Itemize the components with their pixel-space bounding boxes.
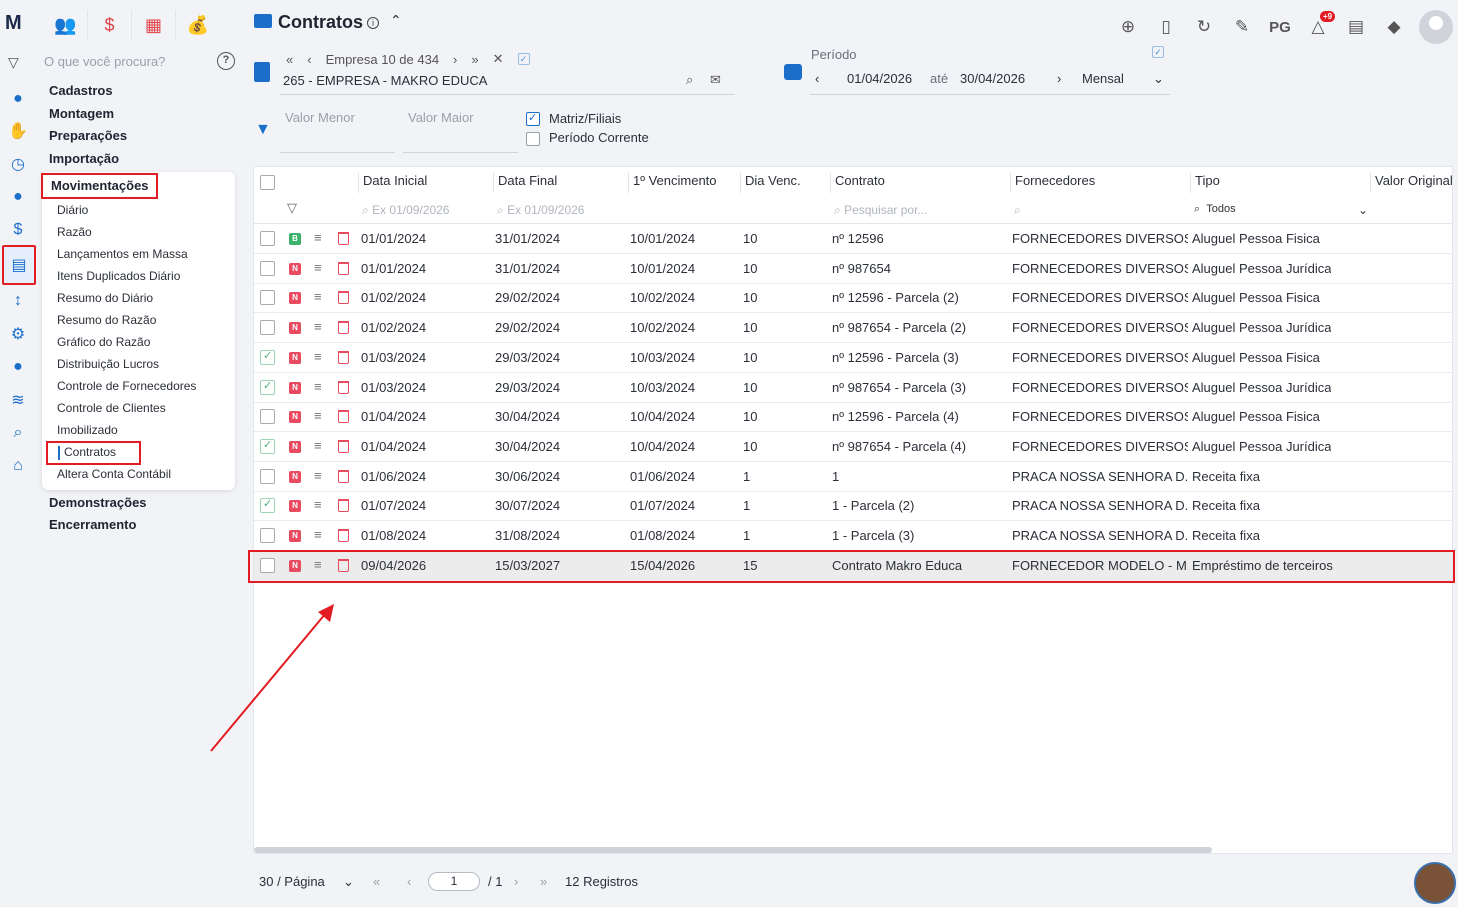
per-page-select[interactable]: 30 / Página (259, 874, 325, 889)
page-total: / 1 (488, 874, 503, 889)
next-page-button[interactable]: › (514, 874, 518, 889)
annotation-arrow (210, 604, 334, 752)
last-page-button[interactable]: » (540, 874, 547, 889)
chevron-down-icon[interactable]: ⌄ (343, 874, 354, 890)
first-page-button[interactable]: « (373, 874, 380, 889)
support-chat-avatar[interactable] (1414, 862, 1456, 904)
prev-page-button[interactable]: ‹ (407, 874, 411, 889)
page-input[interactable]: 1 (428, 872, 480, 891)
records-count: 12 Registros (565, 874, 638, 889)
